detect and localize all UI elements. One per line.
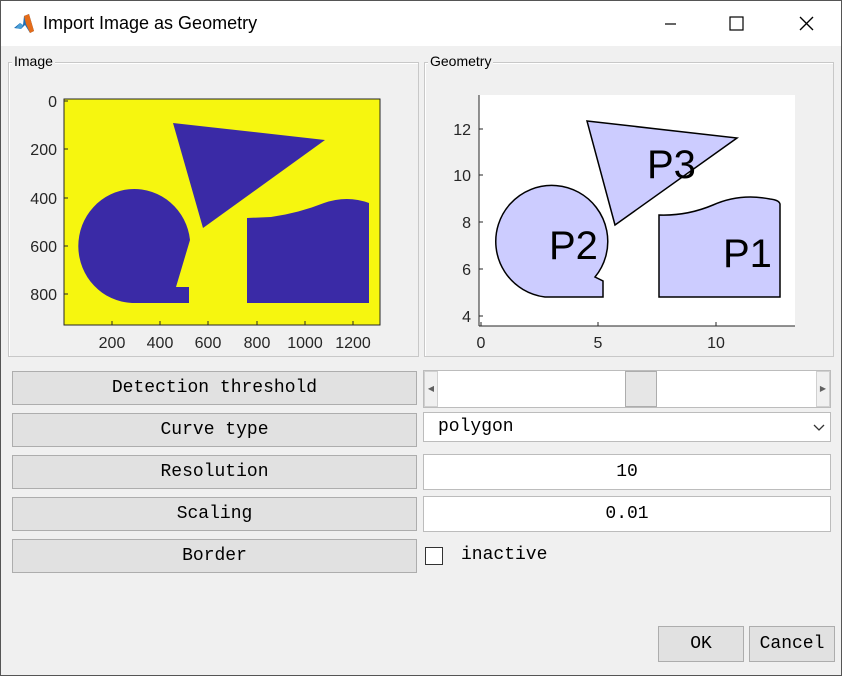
geometry-panel: Geometry P3 P2 P1 12 10 8 6 4 0 5 10 — [424, 53, 834, 357]
slider-right-arrow-icon[interactable]: ▶ — [816, 371, 830, 407]
image-x-tick-800: 800 — [244, 335, 271, 352]
curve-type-value: polygon — [438, 417, 514, 437]
image-y-tick-200: 200 — [30, 142, 57, 159]
image-y-ticks: 0 200 400 600 800 — [30, 94, 68, 304]
close-icon[interactable] — [783, 1, 829, 46]
chevron-down-icon[interactable] — [808, 413, 830, 441]
geometry-y-tick-6: 6 — [462, 262, 471, 279]
geometry-y-tick-8: 8 — [462, 215, 471, 232]
cancel-button[interactable]: Cancel — [749, 626, 835, 662]
image-shape-circle — [78, 189, 190, 303]
geometry-y-tick-4: 4 — [462, 309, 471, 326]
geometry-x-tick-10: 10 — [707, 335, 725, 352]
scaling-label: Scaling — [12, 497, 417, 531]
resolution-label: Resolution — [12, 455, 417, 489]
border-label: Border — [12, 539, 417, 573]
resolution-field[interactable]: 10 — [423, 454, 831, 490]
image-y-tick-800: 800 — [30, 287, 57, 304]
image-panel: Image 0 200 400 600 800 200 400 600 800 … — [8, 53, 419, 357]
title-bar: Import Image as Geometry — [1, 1, 841, 46]
detection-threshold-slider[interactable]: ◀ ▶ — [423, 370, 831, 408]
scaling-field[interactable]: 0.01 — [423, 496, 831, 532]
geometry-y-tick-10: 10 — [453, 168, 471, 185]
border-checkbox-label[interactable]: inactive — [461, 545, 547, 565]
dialog-window: Import Image as Geometry Image 0 200 400… — [0, 0, 842, 676]
polygon-label-p2: P2 — [549, 224, 598, 268]
slider-thumb[interactable] — [625, 371, 657, 407]
image-x-tick-600: 600 — [195, 335, 222, 352]
ok-button[interactable]: OK — [658, 626, 744, 662]
image-y-tick-400: 400 — [30, 191, 57, 208]
polygon-label-p1: P1 — [723, 232, 772, 276]
curve-type-label: Curve type — [12, 413, 417, 447]
minimize-icon[interactable] — [647, 1, 693, 46]
matlab-logo-icon — [13, 13, 35, 35]
slider-left-arrow-icon[interactable]: ◀ — [424, 371, 438, 407]
image-x-ticks: 200 400 600 800 1000 1200 — [99, 321, 371, 352]
geometry-x-tick-5: 5 — [594, 335, 603, 352]
curve-type-dropdown[interactable]: polygon — [423, 412, 831, 442]
image-y-tick-600: 600 — [30, 239, 57, 256]
geometry-y-tick-12: 12 — [453, 122, 471, 139]
polygon-label-p3: P3 — [647, 143, 696, 187]
window-title: Import Image as Geometry — [43, 13, 258, 33]
maximize-icon[interactable] — [713, 1, 759, 46]
geometry-axes: P3 P2 P1 12 10 8 6 4 0 5 10 — [453, 95, 795, 352]
geometry-x-tick-0: 0 — [477, 335, 486, 352]
image-x-tick-1200: 1200 — [335, 335, 371, 352]
image-x-tick-1000: 1000 — [287, 335, 323, 352]
image-x-tick-400: 400 — [147, 335, 174, 352]
image-axes: 0 200 400 600 800 200 400 600 800 1000 1… — [30, 94, 381, 352]
image-x-tick-200: 200 — [99, 335, 126, 352]
detection-threshold-label: Detection threshold — [12, 371, 417, 405]
image-y-tick-0: 0 — [48, 94, 57, 111]
border-checkbox[interactable] — [425, 547, 443, 565]
